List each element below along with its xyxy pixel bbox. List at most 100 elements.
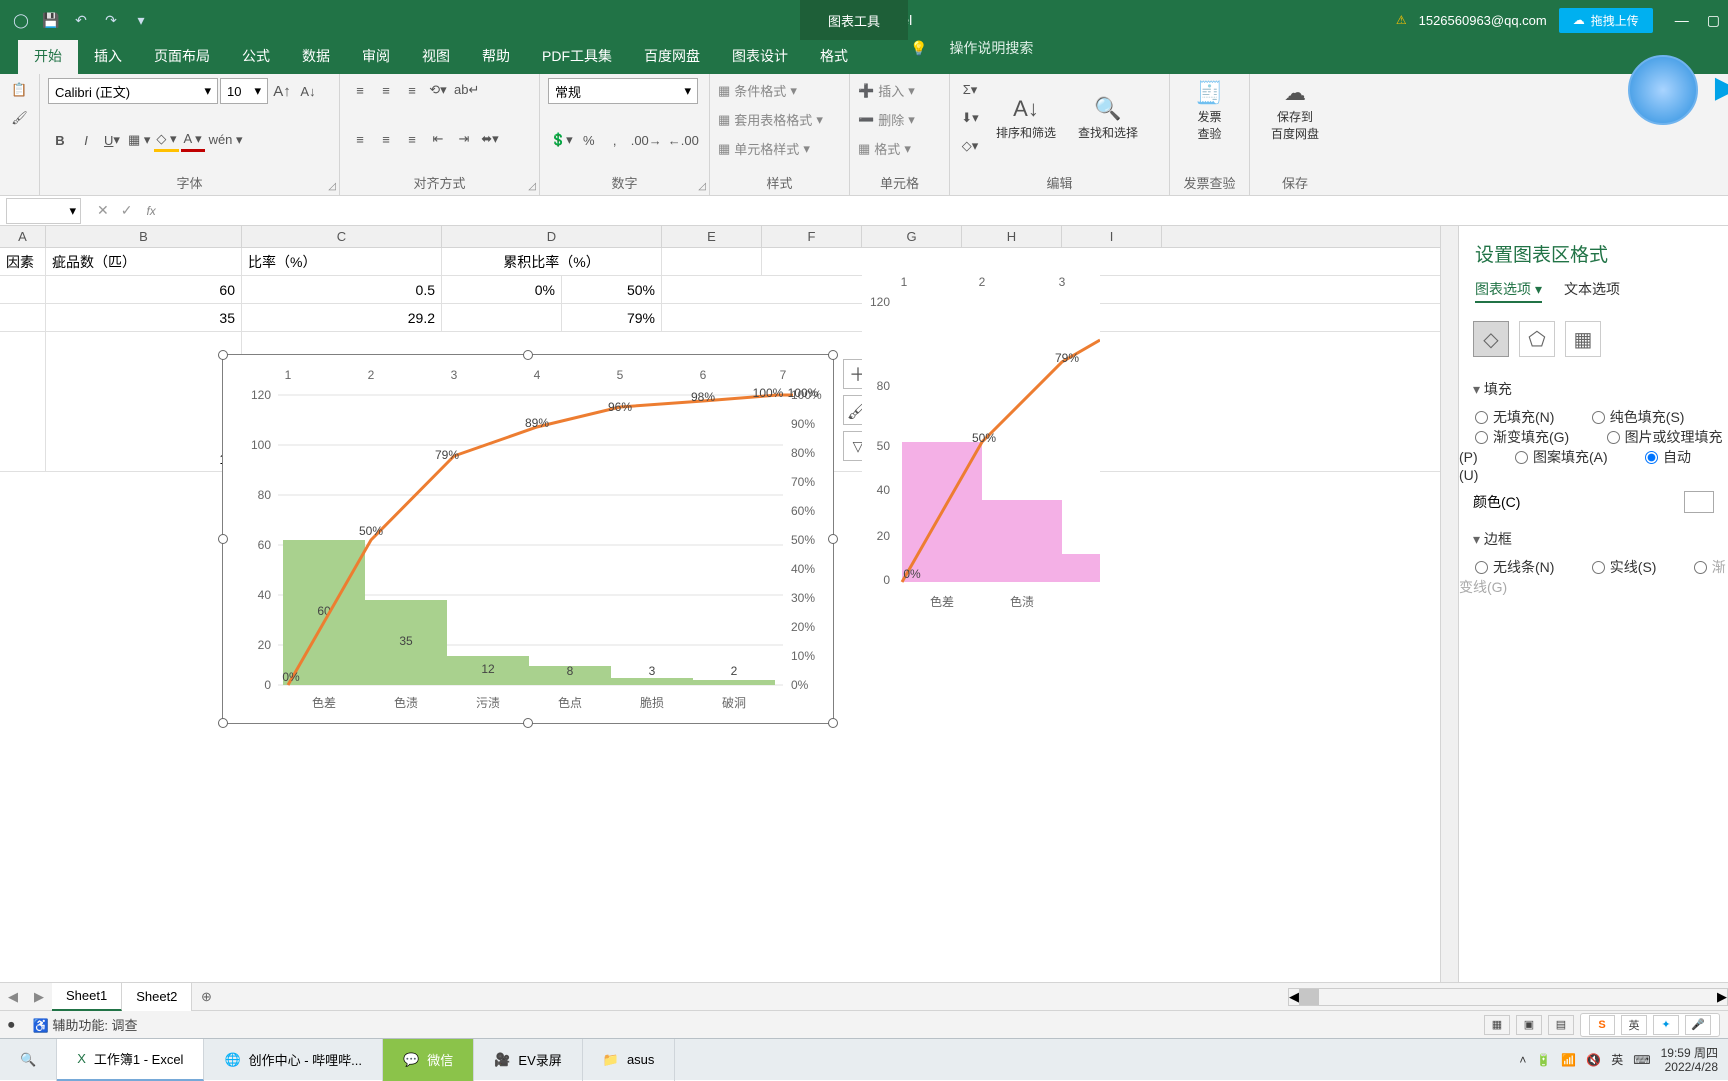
chart-pareto-preview[interactable]: 1 2 3 12080 5040 200 0% 50% (862, 262, 1100, 630)
sheet-tab-2[interactable]: Sheet2 (122, 983, 192, 1011)
tab-insert[interactable]: 插入 (78, 38, 138, 74)
tab-chart-design[interactable]: 图表设计 (716, 38, 804, 74)
format-as-table-button[interactable]: ▦ 套用表格格式 ▾ (718, 107, 841, 132)
bold-button[interactable]: B (48, 128, 72, 152)
page-layout-view-icon[interactable]: ▣ (1516, 1015, 1542, 1035)
page-break-view-icon[interactable]: ▤ (1548, 1015, 1574, 1035)
resize-handle[interactable] (218, 718, 228, 728)
cell[interactable]: 0% (442, 276, 562, 303)
assistant-bubble[interactable] (1628, 55, 1698, 125)
cell[interactable]: 60 (46, 276, 242, 303)
user-account[interactable]: 1526560963@qq.com (1419, 13, 1547, 28)
save-to-baidu-button[interactable]: ☁保存到 百度网盘 (1258, 78, 1332, 144)
minimize-button[interactable]: — (1675, 12, 1689, 29)
sort-filter-button[interactable]: A↓排序和筛选 (988, 78, 1064, 158)
taskbar-wechat[interactable]: 💬微信 (383, 1039, 474, 1081)
italic-button[interactable]: I (74, 128, 98, 152)
tab-start[interactable]: 开始 (18, 38, 78, 74)
decrease-decimal-icon[interactable]: ←.00 (666, 128, 701, 152)
cell[interactable]: 35 (46, 304, 242, 331)
cell[interactable]: 12 (46, 332, 242, 471)
fx-icon[interactable]: fx (142, 204, 159, 218)
name-box[interactable]: ▾ (6, 198, 81, 224)
align-middle-icon[interactable]: ≡ (374, 78, 398, 102)
fill-line-tab-icon[interactable]: ◇ (1473, 321, 1509, 357)
fill-color-button[interactable]: ◇ ▾ (154, 128, 178, 152)
paste-icon[interactable]: 📋 (8, 78, 32, 102)
underline-button[interactable]: U ▾ (100, 128, 124, 152)
increase-decimal-icon[interactable]: .00→ (629, 128, 664, 152)
sheet-nav-prev[interactable]: ◀ (0, 989, 26, 1005)
formula-input[interactable] (160, 198, 1728, 224)
cell[interactable]: 累积比率（%） (442, 248, 662, 275)
delete-cells-button[interactable]: ➖ 删除 ▾ (858, 107, 941, 132)
save-icon[interactable]: 💾 (38, 7, 64, 33)
record-macro-icon[interactable]: ⏺ (8, 1017, 15, 1033)
tab-help[interactable]: 帮助 (466, 38, 526, 74)
tray-keyboard-icon[interactable]: ⌨ (1633, 1053, 1650, 1067)
resize-handle[interactable] (218, 350, 228, 360)
tab-pdf-tools[interactable]: PDF工具集 (526, 38, 628, 74)
taskbar-search[interactable]: 🔍 (0, 1039, 57, 1081)
tab-page-layout[interactable]: 页面布局 (138, 38, 226, 74)
fill-section-header[interactable]: 填充 (1459, 371, 1728, 407)
taskbar-ev-recorder[interactable]: 🎥EV录屏 (474, 1039, 583, 1081)
autosum-icon[interactable]: Σ▾ (958, 78, 982, 102)
undo-icon[interactable]: ↶ (68, 7, 94, 33)
resize-handle[interactable] (523, 718, 533, 728)
phonetic-button[interactable]: wén ▾ (207, 128, 245, 152)
redo-icon[interactable]: ↷ (98, 7, 124, 33)
taskbar-folder-asus[interactable]: 📁asus (583, 1039, 676, 1081)
cell[interactable]: 比率（%） (242, 248, 442, 275)
tray-expand-icon[interactable]: ˄ (1519, 1053, 1526, 1067)
cancel-formula-icon[interactable]: ✕ (97, 202, 109, 219)
dialog-launcher-icon[interactable]: ◿ (328, 181, 336, 192)
cell[interactable]: 50% (562, 276, 662, 303)
indent-right-icon[interactable]: ⇥ (452, 127, 476, 151)
cell[interactable]: 29.2 (242, 304, 442, 331)
sheet-tab-1[interactable]: Sheet1 (52, 983, 122, 1011)
size-properties-tab-icon[interactable]: ▦ (1565, 321, 1601, 357)
format-painter-icon[interactable]: 🖌 (8, 106, 32, 130)
autosave-toggle[interactable]: ◯ (8, 7, 34, 33)
sheet-nav-next[interactable]: ▶ (26, 989, 52, 1005)
taskbar-excel[interactable]: X工作簿1 - Excel (57, 1039, 204, 1081)
find-select-button[interactable]: 🔍查找和选择 (1070, 78, 1146, 158)
col-header-i[interactable]: I (1062, 226, 1162, 247)
border-solid-radio[interactable]: 实线(S) (1576, 554, 1675, 580)
font-name-combo[interactable]: Calibri (正文)▾ (48, 78, 218, 104)
maximize-button[interactable]: ▢ (1707, 12, 1720, 29)
resize-handle[interactable] (828, 350, 838, 360)
col-header-a[interactable]: A (0, 226, 46, 247)
cell-styles-button[interactable]: ▦ 单元格样式 ▾ (718, 136, 841, 161)
resize-handle[interactable] (828, 534, 838, 544)
align-center-icon[interactable]: ≡ (374, 127, 398, 151)
currency-icon[interactable]: 💲▾ (548, 128, 575, 152)
align-bottom-icon[interactable]: ≡ (400, 78, 424, 102)
increase-font-icon[interactable]: A↑ (270, 79, 294, 103)
accept-formula-icon[interactable]: ✓ (121, 202, 133, 219)
insert-cells-button[interactable]: ➕ 插入 ▾ (858, 78, 941, 103)
number-format-combo[interactable]: 常规▾ (548, 78, 698, 104)
col-header-d[interactable]: D (442, 226, 662, 247)
col-header-b[interactable]: B (46, 226, 242, 247)
invoice-check-button[interactable]: 🧾发票 查验 (1178, 78, 1241, 144)
cell[interactable]: 79% (562, 304, 662, 331)
cell[interactable] (662, 248, 762, 275)
effects-tab-icon[interactable]: ⬠ (1519, 321, 1555, 357)
clear-icon[interactable]: ◇▾ (958, 134, 982, 158)
tab-baidu-netdisk[interactable]: 百度网盘 (628, 38, 716, 74)
col-header-e[interactable]: E (662, 226, 762, 247)
chart-pareto-main[interactable]: ＋ 🖌 ▽ 0 20 40 60 80 (222, 354, 834, 724)
add-sheet-button[interactable]: ⊕ (192, 989, 220, 1005)
taskbar-browser[interactable]: 🌐创作中心 - 哔哩哔... (204, 1039, 383, 1081)
play-icon[interactable]: ▶ (1715, 70, 1728, 105)
resize-handle[interactable] (523, 350, 533, 360)
text-options-tab[interactable]: 文本选项 (1564, 279, 1620, 303)
worksheet[interactable]: A B C D E F G H I 因素 疵品数（匹） 比率（%） 累积比率（%… (0, 226, 1440, 982)
align-top-icon[interactable]: ≡ (348, 78, 372, 102)
tab-data[interactable]: 数据 (286, 38, 346, 74)
color-swatch[interactable] (1684, 491, 1714, 513)
cell[interactable]: 疵品数（匹） (46, 248, 242, 275)
tab-review[interactable]: 审阅 (346, 38, 406, 74)
